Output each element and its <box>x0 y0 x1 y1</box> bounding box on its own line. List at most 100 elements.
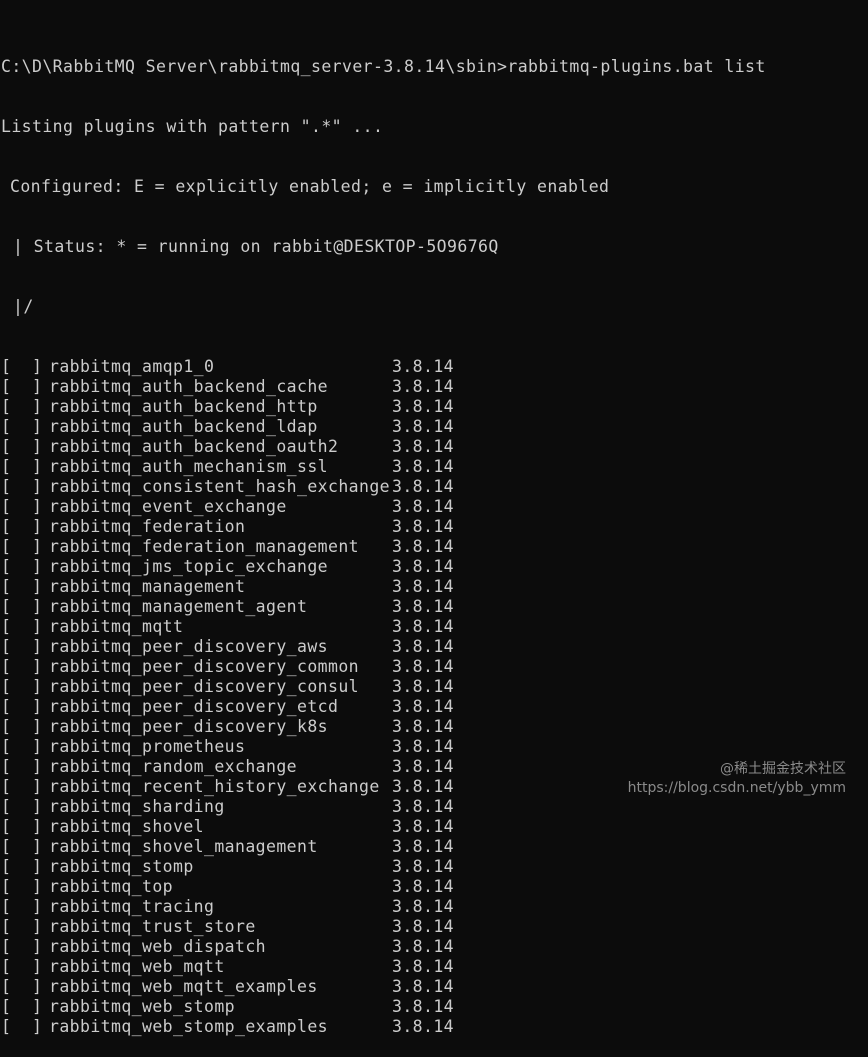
plugin-name: rabbitmq_auth_backend_ldap <box>49 417 318 436</box>
plugin-row: [ ] rabbitmq_peer_discovery_consul 3.8.14 <box>1 677 766 697</box>
plugin-name: rabbitmq_peer_discovery_consul <box>49 677 360 696</box>
plugin-name: rabbitmq_federation <box>49 517 246 536</box>
plugin-status-checkbox: [ ] <box>1 577 43 596</box>
plugin-name: rabbitmq_peer_discovery_aws <box>49 637 329 656</box>
plugin-version: 3.8.14 <box>392 977 455 996</box>
plugin-name: rabbitmq_random_exchange <box>49 757 298 776</box>
plugin-name: rabbitmq_stomp <box>49 857 194 876</box>
plugin-version: 3.8.14 <box>392 797 455 816</box>
plugin-name: rabbitmq_management_agent <box>49 597 308 616</box>
plugin-name: rabbitmq_web_stomp <box>49 997 236 1016</box>
plugin-status-checkbox: [ ] <box>1 937 43 956</box>
plugin-status-checkbox: [ ] <box>1 897 43 916</box>
plugin-row: [ ] rabbitmq_auth_mechanism_ssl 3.8.14 <box>1 457 766 477</box>
plugin-version: 3.8.14 <box>392 957 455 976</box>
plugin-version: 3.8.14 <box>392 877 455 896</box>
watermark-url: https://blog.csdn.net/ybb_ymm <box>627 780 846 796</box>
plugin-name: rabbitmq_auth_backend_oauth2 <box>49 437 339 456</box>
plugin-version: 3.8.14 <box>392 617 455 636</box>
plugin-version: 3.8.14 <box>392 637 455 656</box>
plugin-name: rabbitmq_jms_topic_exchange <box>49 557 329 576</box>
plugin-status-checkbox: [ ] <box>1 637 43 656</box>
plugin-version: 3.8.14 <box>392 917 455 936</box>
plugin-version: 3.8.14 <box>392 677 455 696</box>
plugin-status-checkbox: [ ] <box>1 817 43 836</box>
plugin-status-checkbox: [ ] <box>1 1017 43 1036</box>
plugin-list: [ ] rabbitmq_amqp1_0 3.8.14 [ ] rabbitmq_aut… <box>1 357 766 1037</box>
plugin-status-checkbox: [ ] <box>1 797 43 816</box>
plugin-version: 3.8.14 <box>392 597 455 616</box>
terminal-output: C:\D\RabbitMQ Server\rabbitmq_server-3.8… <box>1 17 766 1057</box>
plugin-version: 3.8.14 <box>392 497 455 516</box>
listing-line: Listing plugins with pattern ".*" ... <box>1 117 384 136</box>
plugin-row: [ ] rabbitmq_web_dispatch 3.8.14 <box>1 937 766 957</box>
plugin-name: rabbitmq_prometheus <box>49 737 246 756</box>
plugin-name: rabbitmq_peer_discovery_etcd <box>49 697 339 716</box>
plugin-status-checkbox: [ ] <box>1 457 43 476</box>
plugin-version: 3.8.14 <box>392 517 455 536</box>
plugin-row: [ ] rabbitmq_mqtt 3.8.14 <box>1 617 766 637</box>
plugin-row: [ ] rabbitmq_stomp 3.8.14 <box>1 857 766 877</box>
plugin-name: rabbitmq_trust_store <box>49 917 256 936</box>
plugin-status-checkbox: [ ] <box>1 917 43 936</box>
plugin-name: rabbitmq_web_mqtt_examples <box>49 977 318 996</box>
plugin-row: [ ] rabbitmq_auth_backend_cache 3.8.14 <box>1 377 766 397</box>
plugin-row: [ ] rabbitmq_web_mqtt_examples 3.8.14 <box>1 977 766 997</box>
plugin-name: rabbitmq_shovel_management <box>49 837 318 856</box>
plugin-name: rabbitmq_federation_management <box>49 537 360 556</box>
plugin-status-checkbox: [ ] <box>1 657 43 676</box>
plugin-row: [ ] rabbitmq_shovel_management 3.8.14 <box>1 837 766 857</box>
plugin-version: 3.8.14 <box>392 777 455 796</box>
plugin-row: [ ] rabbitmq_sharding 3.8.14 <box>1 797 766 817</box>
plugin-version: 3.8.14 <box>392 1017 455 1036</box>
legend-separator: |/ <box>13 297 34 316</box>
plugin-name: rabbitmq_auth_backend_cache <box>49 377 329 396</box>
plugin-status-checkbox: [ ] <box>1 717 43 736</box>
plugin-version: 3.8.14 <box>392 457 455 476</box>
plugin-version: 3.8.14 <box>392 537 455 556</box>
plugin-name: rabbitmq_top <box>49 877 174 896</box>
plugin-row: [ ] rabbitmq_shovel 3.8.14 <box>1 817 766 837</box>
plugin-name: rabbitmq_mqtt <box>49 617 184 636</box>
plugin-row: [ ] rabbitmq_event_exchange 3.8.14 <box>1 497 766 517</box>
plugin-row: [ ] rabbitmq_auth_backend_http 3.8.14 <box>1 397 766 417</box>
plugin-version: 3.8.14 <box>392 557 455 576</box>
watermark: @稀土掘金技术社区 https://blog.csdn.net/ybb_ymm <box>628 760 846 798</box>
plugin-row: [ ] rabbitmq_web_stomp 3.8.14 <box>1 997 766 1017</box>
plugin-name: rabbitmq_management <box>49 577 246 596</box>
plugin-row: [ ] rabbitmq_web_stomp_examples 3.8.14 <box>1 1017 766 1037</box>
plugin-version: 3.8.14 <box>392 737 455 756</box>
plugin-row: [ ] rabbitmq_management_agent 3.8.14 <box>1 597 766 617</box>
plugin-name: rabbitmq_peer_discovery_k8s <box>49 717 329 736</box>
plugin-name: rabbitmq_auth_mechanism_ssl <box>49 457 329 476</box>
plugin-name: rabbitmq_web_mqtt <box>49 957 225 976</box>
plugin-status-checkbox: [ ] <box>1 437 43 456</box>
plugin-version: 3.8.14 <box>392 697 455 716</box>
plugin-status-checkbox: [ ] <box>1 617 43 636</box>
configured-legend: Configured: E = explicitly enabled; e = … <box>10 177 610 196</box>
plugin-version: 3.8.14 <box>392 657 455 676</box>
plugin-row: [ ] rabbitmq_trust_store 3.8.14 <box>1 917 766 937</box>
plugin-row: [ ] rabbitmq_management 3.8.14 <box>1 577 766 597</box>
plugin-status-checkbox: [ ] <box>1 677 43 696</box>
plugin-name: rabbitmq_consistent_hash_exchange <box>49 477 391 496</box>
plugin-status-checkbox: [ ] <box>1 997 43 1016</box>
plugin-status-checkbox: [ ] <box>1 737 43 756</box>
plugin-status-checkbox: [ ] <box>1 597 43 616</box>
plugin-row: [ ] rabbitmq_auth_backend_oauth2 3.8.14 <box>1 437 766 457</box>
plugin-status-checkbox: [ ] <box>1 517 43 536</box>
plugin-row: [ ] rabbitmq_peer_discovery_etcd 3.8.14 <box>1 697 766 717</box>
plugin-row: [ ] rabbitmq_peer_discovery_k8s 3.8.14 <box>1 717 766 737</box>
plugin-row: [ ] rabbitmq_federation 3.8.14 <box>1 517 766 537</box>
plugin-name: rabbitmq_auth_backend_http <box>49 397 318 416</box>
plugin-version: 3.8.14 <box>392 357 455 376</box>
plugin-version: 3.8.14 <box>392 837 455 856</box>
plugin-row: [ ] rabbitmq_consistent_hash_exchange 3.8.… <box>1 477 766 497</box>
plugin-status-checkbox: [ ] <box>1 877 43 896</box>
plugin-row: [ ] rabbitmq_web_mqtt 3.8.14 <box>1 957 766 977</box>
plugin-name: rabbitmq_sharding <box>49 797 225 816</box>
plugin-version: 3.8.14 <box>392 437 455 456</box>
watermark-brand: @稀土掘金技术社区 <box>720 761 846 777</box>
plugin-status-checkbox: [ ] <box>1 697 43 716</box>
plugin-name: rabbitmq_amqp1_0 <box>49 357 215 376</box>
